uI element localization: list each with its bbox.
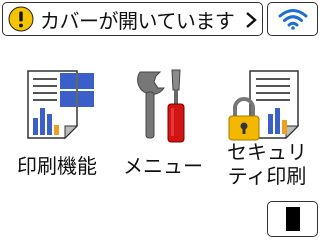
tools-icon	[137, 69, 185, 143]
status-bar[interactable]: カバーが開いています	[2, 2, 263, 36]
toner-icon	[285, 207, 300, 231]
print-functions-icon	[27, 70, 94, 140]
secure-print-button[interactable]: セキュリ ティ印刷	[214, 62, 320, 188]
secure-print-label-line-1: セキュリ	[227, 140, 307, 164]
print-functions-label-line-1: 印刷機能	[17, 154, 97, 178]
print-functions-label: 印刷機能	[4, 154, 110, 178]
menu-label: メニュー	[110, 154, 216, 178]
print-functions-button[interactable]: 印刷機能	[4, 62, 110, 186]
toner-button[interactable]	[267, 201, 318, 237]
secure-print-label-line-2: ティ印刷	[227, 164, 307, 188]
secure-print-icon	[228, 70, 300, 141]
secure-print-label: セキュリ ティ印刷	[214, 140, 320, 188]
wifi-button[interactable]	[267, 2, 318, 36]
status-message: カバーが開いています	[40, 8, 235, 33]
wifi-icon	[278, 9, 307, 30]
warning-icon	[8, 6, 34, 32]
chevron-right-icon	[246, 12, 257, 28]
menu-button[interactable]: メニュー	[110, 62, 216, 186]
menu-label-line-1: メニュー	[123, 154, 203, 178]
